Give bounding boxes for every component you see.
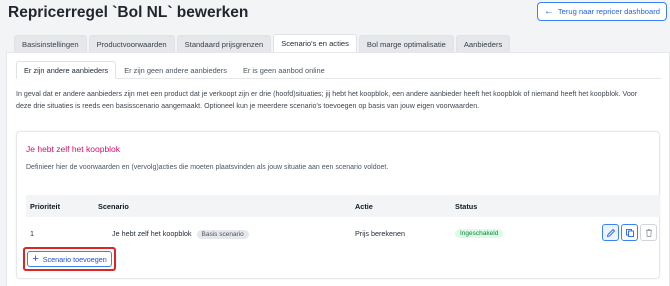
row-scenario: Je hebt zelf het koopblok Basis scenario [112, 229, 249, 239]
scenario-card: Je hebt zelf het koopblok Definieer hier… [16, 131, 660, 279]
copy-button[interactable] [621, 224, 638, 241]
intro-line-2: deze drie situaties is reeds een basissc… [16, 101, 480, 110]
back-button-label: Terug naar repricer dashboard [557, 7, 660, 16]
trash-icon [645, 228, 652, 237]
table-header: Prioriteit Scenario Actie Status [26, 195, 660, 217]
row-priority: 1 [30, 229, 34, 238]
card-title: Je hebt zelf het koopblok [26, 144, 121, 154]
intro-text: In geval dat er andere aanbieders zijn m… [16, 89, 666, 112]
tab-bol-marge-optimalisatie[interactable]: Bol marge optimalisatie [358, 35, 454, 52]
column-scenario: Scenario [98, 202, 129, 211]
status-badge: Ingeschakeld [455, 229, 504, 238]
tab-standaard-prijsgrenzen[interactable]: Standaard prijsgrenzen [176, 35, 272, 52]
card-description: Definieer hier de voorwaarden en (vervol… [26, 164, 389, 171]
main-tabs: Basisinstellingen Productvoorwaarden Sta… [14, 34, 511, 52]
edit-button[interactable] [602, 224, 619, 241]
arrow-left-icon: ← [543, 5, 554, 17]
tab-aanbieders[interactable]: Aanbieders [455, 35, 511, 52]
add-scenario-highlight: + Scenario toevoegen [23, 247, 116, 271]
intro-line-1: In geval dat er andere aanbieders zijn m… [16, 90, 638, 98]
row-action: Prijs berekenen [355, 229, 405, 238]
plus-icon: + [32, 252, 39, 265]
subtab-andere-aanbieders[interactable]: Er zijn andere aanbieders [16, 61, 117, 79]
row-scenario-name: Je hebt zelf het koopblok [112, 229, 192, 238]
basis-scenario-badge: Basis scenario [196, 230, 249, 239]
pencil-icon [606, 228, 615, 237]
back-to-dashboard-button[interactable]: ← Terug naar repricer dashboard [536, 2, 667, 21]
sub-tabs: Er zijn andere aanbieders Er zijn geen a… [16, 61, 661, 79]
tab-basisinstellingen[interactable]: Basisinstellingen [14, 35, 87, 52]
column-status: Status [455, 202, 478, 211]
delete-button[interactable] [640, 224, 657, 241]
tab-scenarios-en-acties[interactable]: Scenario's en acties [273, 34, 357, 52]
copy-icon [625, 228, 634, 237]
row-actions [602, 224, 657, 241]
add-scenario-button[interactable]: + Scenario toevoegen [27, 251, 112, 267]
column-action: Actie [355, 202, 373, 211]
tab-panel: Er zijn andere aanbieders Er zijn geen a… [6, 52, 670, 286]
page-title: Repricerregel `Bol NL` bewerken [8, 4, 249, 21]
table-row: 1 Je hebt zelf het koopblok Basis scenari… [26, 220, 660, 244]
column-priority: Prioriteit [30, 202, 61, 211]
subtab-geen-aanbod-online[interactable]: Er is geen aanbod online [235, 61, 333, 79]
add-scenario-label: Scenario toevoegen [42, 254, 107, 264]
row-status-cell: Ingeschakeld [455, 228, 504, 238]
tab-productvoorwaarden[interactable]: Productvoorwaarden [88, 35, 175, 52]
subtab-geen-andere-aanbieders[interactable]: Er zijn geen andere aanbieders [116, 61, 235, 79]
